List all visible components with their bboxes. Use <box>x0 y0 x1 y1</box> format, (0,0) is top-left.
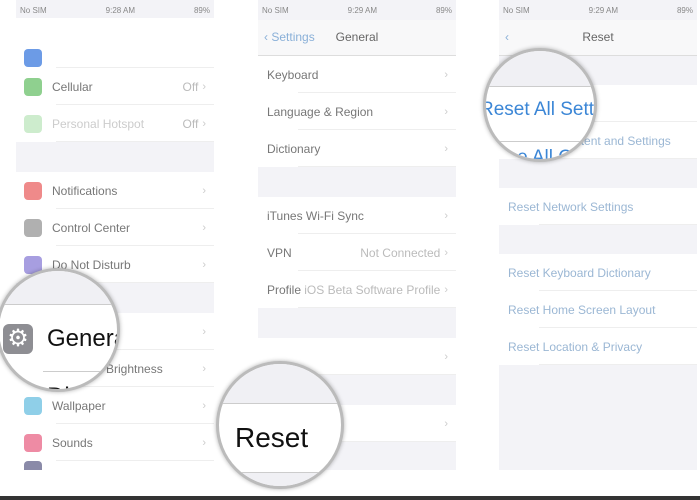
chevron-right-icon: › <box>444 246 448 259</box>
item-label: Dictionary <box>267 141 321 156</box>
chevron-right-icon: › <box>202 325 206 338</box>
item-label: Reset Network Settings <box>508 199 634 214</box>
item-label: Reset Home Screen Layout <box>508 302 656 317</box>
list-item[interactable]: Reset Home Screen Layout <box>499 291 697 328</box>
battery-label: 89% <box>193 5 210 15</box>
item-label: Notifications <box>52 183 118 198</box>
chevron-right-icon: › <box>202 221 206 234</box>
magnified-reset-label[interactable]: Reset <box>235 422 308 454</box>
navigation-bar: General ‹ Settings <box>258 20 456 56</box>
list-item[interactable]: Wallpaper › <box>16 387 214 424</box>
item-value: Off <box>182 79 199 94</box>
item-label: Sounds <box>52 435 93 450</box>
item-label: Reset Keyboard Dictionary <box>508 265 651 280</box>
list-item[interactable]: Language & Region › <box>258 93 456 130</box>
chevron-right-icon: › <box>202 362 206 375</box>
back-label: Settings <box>271 30 315 44</box>
time-label: 9:29 AM <box>588 5 618 15</box>
item-value: iOS Beta Software Profile <box>304 282 441 297</box>
status-bar: No SIM 9:28 AM 89% <box>16 0 214 20</box>
sounds-icon <box>24 433 42 452</box>
section-gap <box>219 472 341 486</box>
notifications-icon <box>24 181 42 200</box>
app-icon <box>24 460 42 470</box>
chevron-right-icon: › <box>444 350 448 363</box>
list-item[interactable]: iTunes Wi-Fi Sync › <box>258 197 456 234</box>
item-label: iTunes Wi-Fi Sync <box>267 208 364 223</box>
list-item[interactable] <box>16 18 214 68</box>
magnified-reset-all-settings[interactable]: Reset All Settings <box>486 99 594 121</box>
magnifier-callout: ⚙GeneralDisplay <box>0 268 120 392</box>
status-bar: No SIM 9:29 AM 89% <box>258 0 456 20</box>
magnifier-callout: Reset <box>216 361 344 489</box>
chevron-right-icon: › <box>444 68 448 81</box>
carrier-label: No SIM <box>20 5 47 15</box>
page-title: Reset <box>582 30 614 44</box>
item-value: Not Connected <box>360 245 441 260</box>
chevron-right-icon: › <box>202 80 206 93</box>
divider <box>43 371 117 372</box>
list-item[interactable]: Profile iOS Beta Software Profile › <box>258 271 456 308</box>
battery-label: 89% <box>435 5 452 15</box>
chevron-right-icon: › <box>202 184 206 197</box>
chevron-right-icon: › <box>202 436 206 449</box>
list-item[interactable] <box>16 460 214 470</box>
list-item[interactable]: Control Center › <box>16 209 214 246</box>
time-label: 9:29 AM <box>347 5 377 15</box>
chevron-right-icon: › <box>444 105 448 118</box>
item-label: VPN <box>267 245 292 260</box>
item-label: Control Center <box>52 220 131 235</box>
item-label: Wallpaper <box>52 398 106 413</box>
settings-screen-1: No SIM9:28 AM89%SettingsCellularOff›Pers… <box>16 0 214 470</box>
section-gap <box>0 271 117 305</box>
list-item[interactable]: Notifications › <box>16 172 214 209</box>
magnifier-callout: Reset All SettingsErase All Content <box>483 48 597 162</box>
back-button[interactable]: ‹ <box>505 30 509 44</box>
list-item[interactable]: Personal Hotspot Off › <box>16 105 214 142</box>
magnified-general-label[interactable]: General <box>47 325 117 353</box>
hotspot-icon <box>24 114 42 133</box>
item-label: Profile <box>267 282 302 297</box>
chevron-right-icon: › <box>202 399 206 412</box>
battery-label: 89% <box>676 5 693 15</box>
chevron-right-icon: › <box>444 417 448 430</box>
item-value: Off <box>182 116 199 131</box>
list-item[interactable]: Dictionary › <box>258 130 456 167</box>
bottom-border <box>0 496 700 500</box>
list-item[interactable]: Reset Network Settings <box>499 188 697 225</box>
divider <box>486 141 594 142</box>
time-label: 9:28 AM <box>105 5 135 15</box>
control-center-icon <box>24 218 42 237</box>
section-gap <box>219 364 341 404</box>
item-label: Reset Location & Privacy <box>508 339 643 354</box>
item-label: Personal Hotspot <box>52 116 145 131</box>
item-label: Language & Region <box>267 104 374 119</box>
status-bar: No SIM 9:29 AM 89% <box>499 0 697 20</box>
carrier-label: No SIM <box>262 5 289 15</box>
list-item[interactable]: Reset Location & Privacy <box>499 328 697 365</box>
chevron-right-icon: › <box>444 209 448 222</box>
chevron-right-icon: › <box>444 283 448 296</box>
list-item[interactable]: Reset Keyboard Dictionary <box>499 254 697 291</box>
list-item[interactable]: VPN Not Connected › <box>258 234 456 271</box>
list-item[interactable]: Keyboard › <box>258 56 456 93</box>
chevron-right-icon: › <box>444 142 448 155</box>
cellular-icon <box>24 77 42 96</box>
item-label: Keyboard <box>267 67 319 82</box>
wallpaper-icon <box>24 396 42 415</box>
chevron-right-icon: › <box>202 258 206 271</box>
app-icon <box>24 49 42 67</box>
gear-icon: ⚙ <box>3 324 33 354</box>
back-button[interactable]: ‹ Settings <box>264 30 315 44</box>
item-label: Cellular <box>52 79 93 94</box>
chevron-right-icon: › <box>202 117 206 130</box>
list-item[interactable]: Sounds › <box>16 424 214 461</box>
section-gap <box>486 51 594 87</box>
carrier-label: No SIM <box>503 5 530 15</box>
list-item[interactable]: Cellular Off › <box>16 68 214 105</box>
